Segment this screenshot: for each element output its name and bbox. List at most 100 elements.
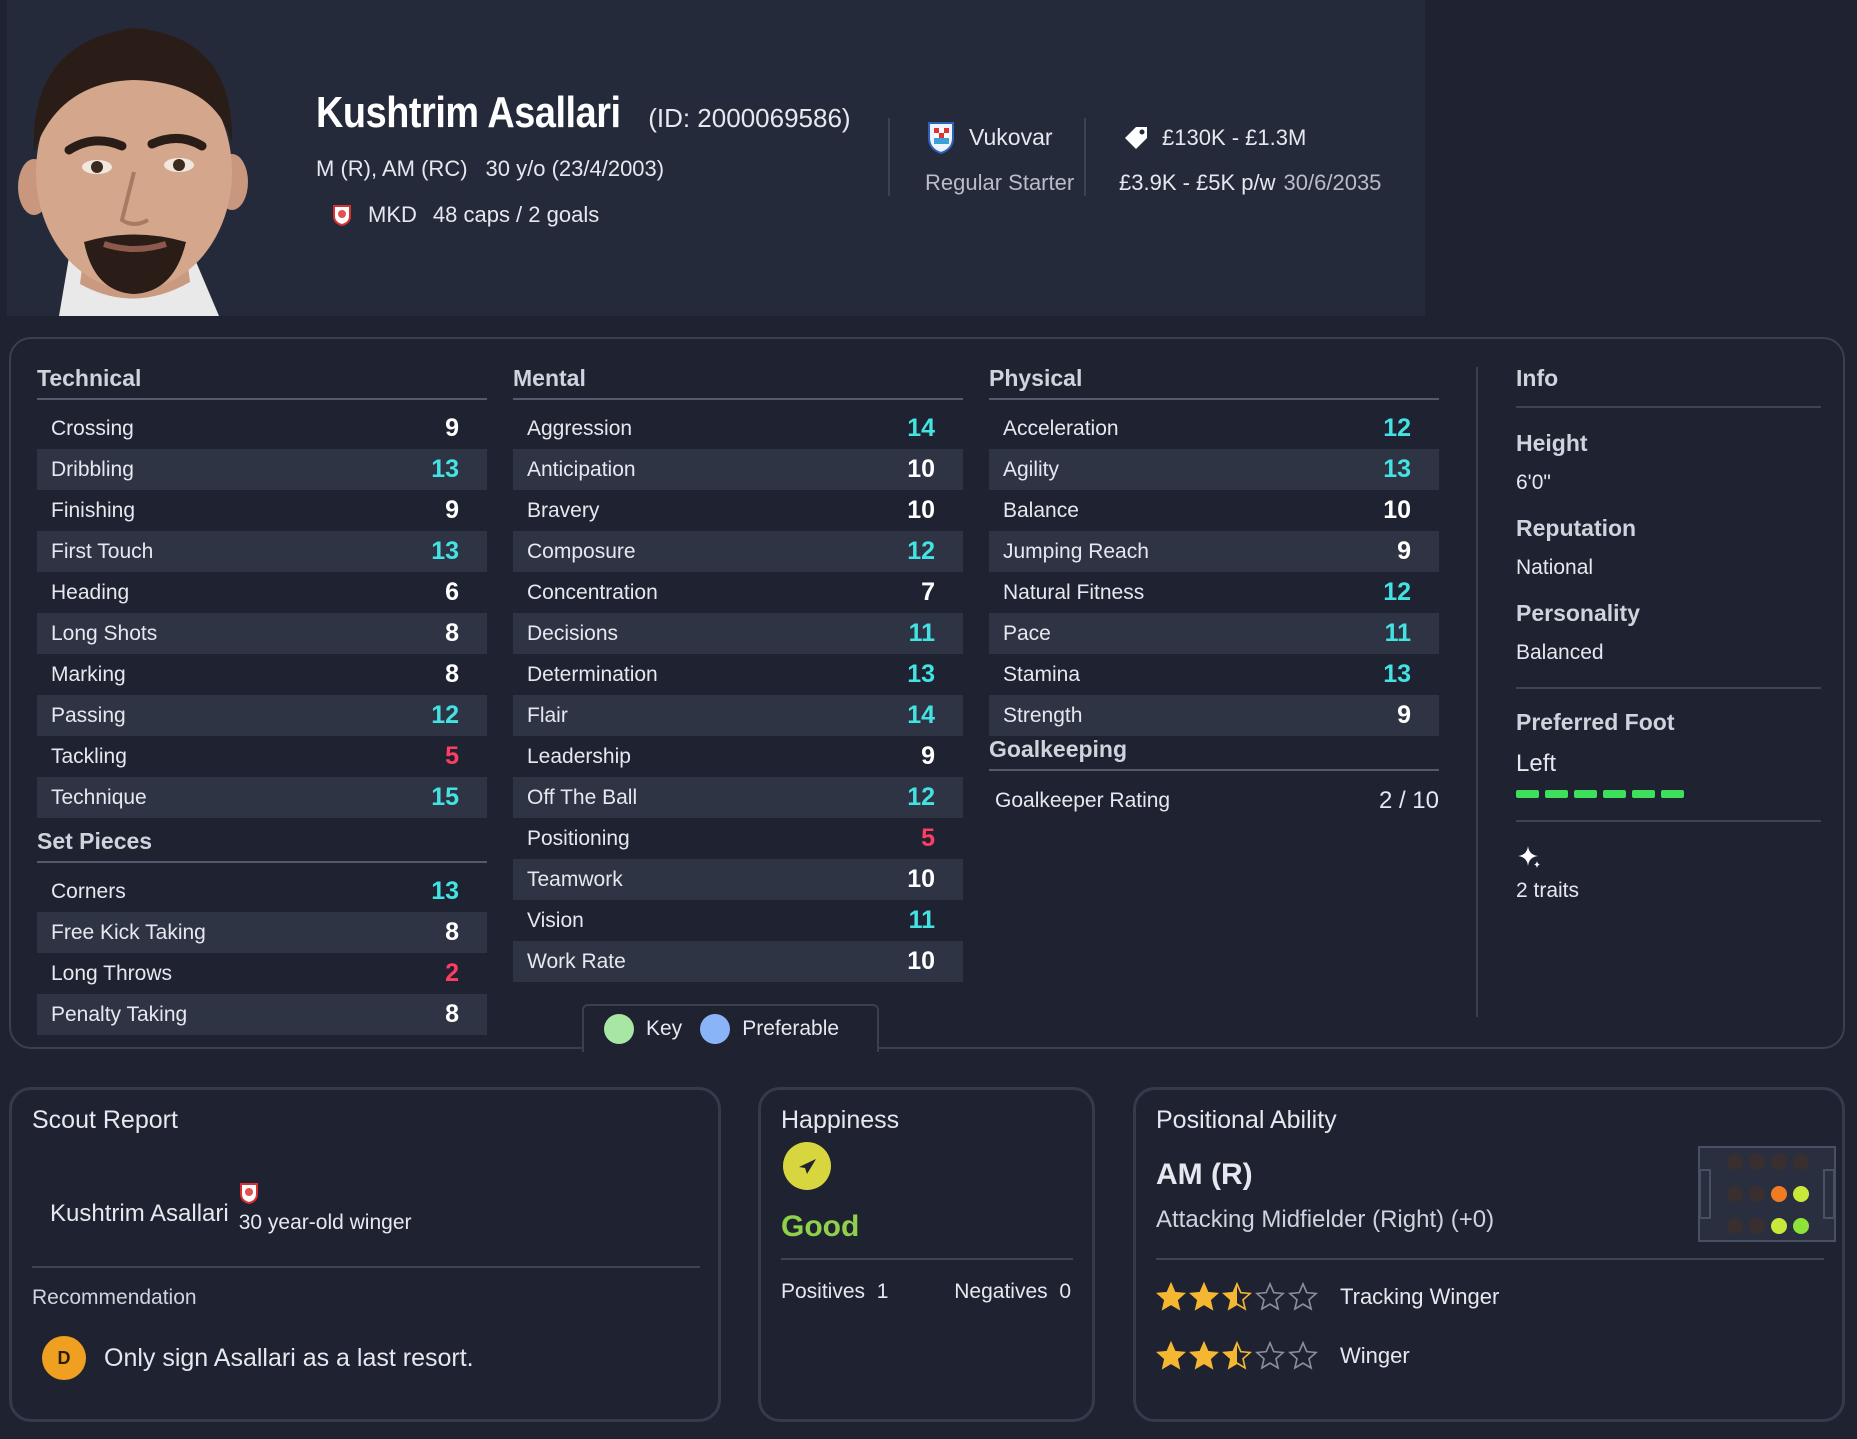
attribute-row[interactable]: Decisions 11 [513, 613, 963, 654]
attribute-legend: Key Preferable [582, 1004, 879, 1052]
attribute-row[interactable]: Jumping Reach 9 [989, 531, 1439, 572]
attribute-row[interactable]: Penalty Taking 8 [37, 994, 487, 1035]
attribute-label: Jumping Reach [1003, 539, 1149, 563]
attribute-value: 10 [907, 947, 935, 975]
positives[interactable]: Positives 1 [781, 1280, 888, 1304]
player-age: 30 y/o (23/4/2003) [485, 156, 665, 181]
attribute-row[interactable]: Long Throws 2 [37, 953, 487, 994]
attribute-row[interactable]: Crossing 9 [37, 408, 487, 449]
attribute-row[interactable]: Pace 11 [989, 613, 1439, 654]
attribute-row[interactable]: Long Shots 8 [37, 613, 487, 654]
happiness-card[interactable]: Happiness Good Positives 1 Negatives 0 [758, 1087, 1095, 1422]
positional-ability-card[interactable]: Positional Ability AM (R) Attacking Midf… [1133, 1087, 1845, 1422]
technical-list: Crossing 9 Dribbling 13 Finishing 9 First Touc… [37, 408, 487, 818]
best-position: AM (R) [1156, 1158, 1253, 1191]
attribute-label: Anticipation [527, 457, 636, 481]
attribute-row[interactable]: Finishing 9 [37, 490, 487, 531]
value-range: £130K - £1.3M [1162, 125, 1307, 150]
header-divider [888, 118, 890, 196]
attribute-value: 12 [1383, 578, 1411, 606]
technical-column: Technical Crossing 9 Dribbling 13 Finishing 9… [37, 365, 487, 1035]
attribute-row[interactable]: Positioning 5 [513, 818, 963, 859]
info-separator-2 [1516, 820, 1821, 822]
player-header: Kushtrim Asallari (ID: 2000069586) M (R)… [7, 0, 1425, 316]
attribute-row[interactable]: Marking 8 [37, 654, 487, 695]
attribute-row[interactable]: Leadership 9 [513, 736, 963, 777]
attribute-row[interactable]: Work Rate 10 [513, 941, 963, 982]
header-divider-2 [1084, 118, 1086, 196]
attribute-value: 15 [431, 783, 459, 811]
club-crest-icon [928, 122, 954, 154]
attribute-value: 13 [431, 877, 459, 905]
attributes-panel: Technical Crossing 9 Dribbling 13 Finishing 9… [9, 337, 1845, 1052]
scout-report-card[interactable]: Scout Report Kushtrim Asallari 30 year-o… [9, 1087, 721, 1422]
attribute-row[interactable]: Stamina 13 [989, 654, 1439, 695]
physical-column: Physical Acceleration 12 Agility 13 Balance 1… [989, 365, 1439, 825]
player-nation[interactable]: MKD [368, 202, 417, 228]
attribute-label: Positioning [527, 826, 630, 850]
positives-count: 1 [876, 1280, 889, 1303]
recommendation-row: D Only sign Asallari as a last resort. [42, 1336, 474, 1380]
contract-end: 30/6/2035 [1283, 170, 1382, 195]
attribute-value: 11 [908, 906, 935, 934]
attribute-row[interactable]: First Touch 13 [37, 531, 487, 572]
scout-player: Kushtrim Asallari 30 year-old winger [50, 1182, 412, 1235]
player-nation-row: MKD 48 caps / 2 goals [332, 202, 599, 228]
negatives-label: Negatives [954, 1280, 1048, 1303]
attribute-label: Technique [51, 785, 147, 809]
role-row[interactable]: Tracking Winger [1156, 1282, 1499, 1312]
star-icon [1288, 1341, 1318, 1370]
attribute-label: Long Throws [51, 961, 173, 985]
attribute-row[interactable]: Balance 10 [989, 490, 1439, 531]
club-name[interactable]: Vukovar [969, 124, 1053, 151]
attribute-row[interactable]: Dribbling 13 [37, 449, 487, 490]
role-row[interactable]: Winger [1156, 1341, 1410, 1371]
traits-link[interactable]: 2 traits [1516, 844, 1821, 903]
attribute-row[interactable]: Tackling 5 [37, 736, 487, 777]
attribute-row[interactable]: Acceleration 12 [989, 408, 1439, 449]
attribute-label: Teamwork [527, 867, 623, 891]
attribute-row[interactable]: Free Kick Taking 8 [37, 912, 487, 953]
attribute-row[interactable]: Corners 13 [37, 871, 487, 912]
player-name-row: Kushtrim Asallari (ID: 2000069586) [316, 88, 851, 138]
info-divider [1476, 367, 1478, 1017]
attribute-row[interactable]: Passing 12 [37, 695, 487, 736]
attribute-row[interactable]: Heading 6 [37, 572, 487, 613]
attribute-row[interactable]: Technique 15 [37, 777, 487, 818]
legend-key: Key [646, 1017, 683, 1040]
attribute-value: 9 [445, 496, 459, 524]
attribute-row[interactable]: Strength 9 [989, 695, 1439, 736]
traits-count[interactable]: 2 traits [1516, 879, 1821, 903]
attribute-row[interactable]: Natural Fitness 12 [989, 572, 1439, 613]
attribute-value: 8 [445, 619, 459, 647]
technical-title: Technical [37, 365, 487, 400]
nation-badge-icon[interactable] [332, 204, 352, 227]
attribute-row[interactable]: Teamwork 10 [513, 859, 963, 900]
positives-label: Positives [781, 1280, 866, 1303]
personality-label: Personality [1516, 600, 1640, 626]
attribute-row[interactable]: Agility 13 [989, 449, 1439, 490]
attribute-value: 7 [921, 578, 935, 606]
attribute-row[interactable]: Aggression 14 [513, 408, 963, 449]
attribute-value: 9 [921, 742, 935, 770]
attribute-row[interactable]: Vision 11 [513, 900, 963, 941]
role-name: Tracking Winger [1340, 1284, 1500, 1309]
attribute-row[interactable]: Bravery 10 [513, 490, 963, 531]
negatives[interactable]: Negatives 0 [954, 1280, 1071, 1304]
attribute-value: 9 [1397, 537, 1411, 565]
attribute-row[interactable]: Composure 12 [513, 531, 963, 572]
mental-title: Mental [513, 365, 963, 400]
preferred-foot-label: Preferred Foot [1516, 709, 1675, 735]
recommendation-grade: D [42, 1336, 86, 1380]
attribute-row[interactable]: Determination 13 [513, 654, 963, 695]
attribute-row[interactable]: Off The Ball 12 [513, 777, 963, 818]
personality-value: Balanced [1516, 641, 1604, 664]
attribute-row[interactable]: Flair 14 [513, 695, 963, 736]
attribute-row[interactable]: Concentration 7 [513, 572, 963, 613]
attribute-row[interactable]: Anticipation 10 [513, 449, 963, 490]
club-info[interactable]: Vukovar [927, 120, 1053, 154]
attribute-value: 14 [907, 701, 935, 729]
sparkle-icon [1518, 846, 1540, 868]
attribute-label: Passing [51, 703, 126, 727]
attribute-label: Crossing [51, 416, 134, 440]
